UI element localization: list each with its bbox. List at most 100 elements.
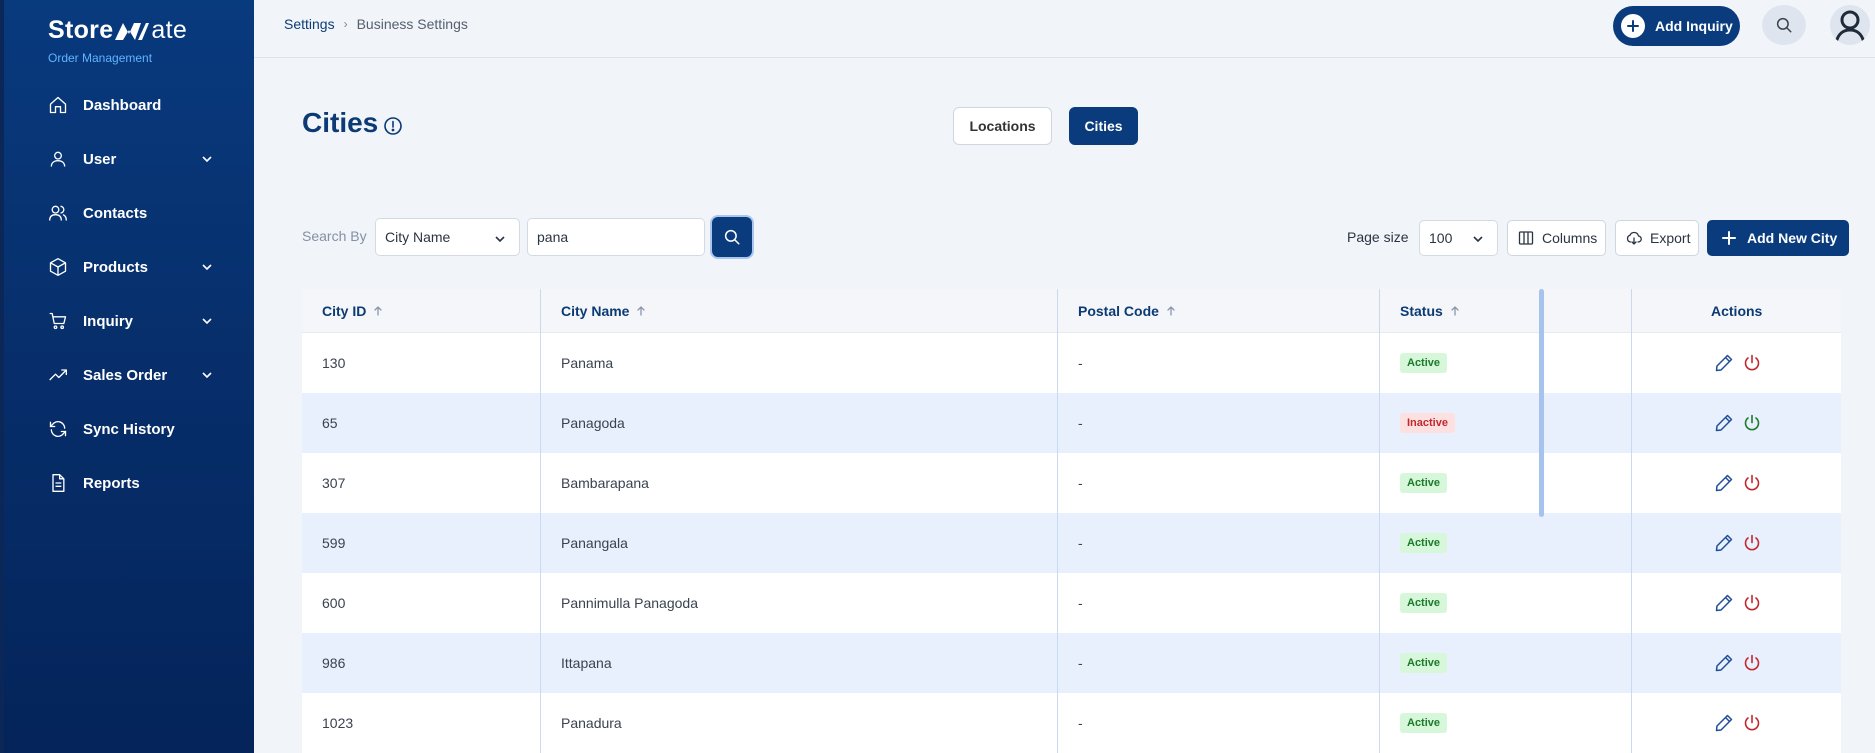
sidebar-item-sync-history[interactable]: Sync History: [4, 402, 254, 456]
chevron-down-icon: [202, 372, 212, 379]
page-size-select[interactable]: 100: [1419, 220, 1498, 256]
breadcrumb-current: Business Settings: [356, 16, 468, 32]
brand-name-part1: Store: [48, 16, 114, 44]
column-divider: [1379, 289, 1380, 753]
sidebar-item-label: Reports: [83, 474, 140, 492]
power-toggle-icon[interactable]: [1742, 413, 1762, 433]
search-by-label: Search By: [302, 228, 367, 244]
edit-pencil-icon[interactable]: [1714, 413, 1734, 433]
sidebar-item-inquiry[interactable]: Inquiry: [4, 294, 254, 348]
cell-postal-code: -: [1078, 475, 1083, 491]
table-row[interactable]: 600 Pannimulla Panagoda - Active: [302, 573, 1841, 633]
table-row[interactable]: 1023 Panadura - Active: [302, 693, 1841, 753]
cell-postal-code: -: [1078, 415, 1083, 431]
cell-status: Active: [1400, 573, 1448, 633]
sort-arrow-up-icon: [1167, 306, 1175, 316]
chevron-down-icon: [202, 264, 212, 271]
sort-arrow-up-icon: [637, 306, 646, 316]
sidebar-item-contacts[interactable]: Contacts: [4, 186, 254, 240]
sidebar-item-user[interactable]: User: [4, 132, 254, 186]
sidebar-item-label: Contacts: [83, 204, 148, 222]
add-inquiry-button[interactable]: Add Inquiry: [1613, 6, 1740, 46]
status-badge: Active: [1400, 593, 1448, 613]
sidebar-item-products[interactable]: Products: [4, 240, 254, 294]
table-row[interactable]: 130 Panama - Active: [302, 333, 1841, 393]
edit-pencil-icon[interactable]: [1714, 713, 1734, 733]
cell-city-id: 1023: [322, 715, 354, 731]
search-input[interactable]: [527, 218, 705, 256]
column-header-postal-code[interactable]: Postal Code: [1078, 289, 1177, 333]
power-toggle-icon[interactable]: [1742, 473, 1762, 493]
sidebar-item-label: Dashboard: [83, 96, 162, 114]
column-header-label: Postal Code: [1078, 303, 1159, 319]
table-row[interactable]: 307 Bambarapana - Active: [302, 453, 1841, 513]
status-badge: Active: [1400, 533, 1448, 553]
edit-pencil-icon[interactable]: [1714, 533, 1734, 553]
brand-m-logo-icon: [115, 22, 150, 40]
sidebar-item-reports[interactable]: Reports: [4, 456, 254, 510]
avatar[interactable]: [1830, 5, 1870, 45]
brand-name-part2: ate: [151, 16, 188, 44]
table-row[interactable]: 65 Panagoda - Inactive: [302, 393, 1841, 453]
cell-postal-code: -: [1078, 355, 1083, 371]
plus-circle-icon: [1621, 14, 1645, 38]
document-icon: [48, 473, 68, 493]
cell-status: Inactive: [1400, 393, 1455, 453]
sidebar-item-label: Sync History: [83, 420, 175, 438]
edit-pencil-icon[interactable]: [1714, 653, 1734, 673]
cell-city-id: 599: [322, 535, 346, 551]
tab-locations[interactable]: Locations: [953, 107, 1052, 145]
topbar: Settings › Business Settings Add Inquiry: [254, 0, 1875, 58]
breadcrumb-settings-link[interactable]: Settings: [284, 16, 335, 32]
edit-pencil-icon[interactable]: [1714, 593, 1734, 613]
search-by-select[interactable]: City Name: [375, 218, 520, 256]
cell-city-name: Panagoda: [561, 415, 625, 431]
page-tabs: Locations Cities: [953, 107, 1138, 145]
cart-icon: [48, 311, 68, 331]
power-toggle-icon[interactable]: [1742, 713, 1762, 733]
cell-city-name: Ittapana: [561, 655, 612, 671]
cell-status: Active: [1400, 453, 1448, 513]
page-title: Cities: [302, 107, 379, 138]
add-new-city-button[interactable]: Add New City: [1707, 220, 1849, 256]
columns-button[interactable]: Columns: [1507, 220, 1606, 256]
cell-city-name: Bambarapana: [561, 475, 649, 491]
cell-city-id: 600: [322, 595, 346, 611]
chevron-down-icon: [495, 236, 505, 243]
power-toggle-icon[interactable]: [1742, 653, 1762, 673]
table-scrollbar[interactable]: [1539, 289, 1544, 517]
cell-postal-code: -: [1078, 535, 1083, 551]
column-header-status[interactable]: Status: [1400, 289, 1461, 333]
column-divider: [1057, 289, 1058, 753]
cell-postal-code: -: [1078, 715, 1083, 731]
search-button[interactable]: [712, 217, 752, 257]
global-search-button[interactable]: [1762, 5, 1806, 45]
table-row[interactable]: 599 Panangala - Active: [302, 513, 1841, 573]
column-header-city-id[interactable]: City ID: [322, 289, 384, 333]
column-header-city-name[interactable]: City Name: [561, 289, 647, 333]
tab-cities[interactable]: Cities: [1069, 107, 1138, 145]
status-badge: Active: [1400, 473, 1448, 493]
cell-city-id: 65: [322, 415, 338, 431]
sidebar-item-dashboard[interactable]: Dashboard: [4, 78, 254, 132]
power-toggle-icon[interactable]: [1742, 593, 1762, 613]
cell-city-name: Pannimulla Panagoda: [561, 595, 698, 611]
columns-icon: [1518, 231, 1534, 245]
edit-pencil-icon[interactable]: [1714, 473, 1734, 493]
cell-city-id: 130: [322, 355, 346, 371]
export-button[interactable]: Export: [1615, 220, 1699, 256]
sidebar-item-sales-order[interactable]: Sales Order: [4, 348, 254, 402]
table-row[interactable]: 986 Ittapana - Active: [302, 633, 1841, 693]
brand-logo[interactable]: Store ate Order Management: [48, 16, 187, 65]
power-toggle-icon[interactable]: [1742, 533, 1762, 553]
brand-subtitle: Order Management: [48, 51, 153, 65]
breadcrumb-separator-icon: ›: [343, 17, 348, 31]
refresh-icon: [48, 419, 68, 439]
home-icon: [48, 95, 68, 115]
cell-city-name: Panama: [561, 355, 614, 371]
info-icon[interactable]: [383, 116, 403, 136]
sidebar: Store ate Order Management Dashboard Use…: [0, 0, 254, 753]
edit-pencil-icon[interactable]: [1714, 353, 1734, 373]
cell-status: Active: [1400, 693, 1448, 753]
power-toggle-icon[interactable]: [1742, 353, 1762, 373]
